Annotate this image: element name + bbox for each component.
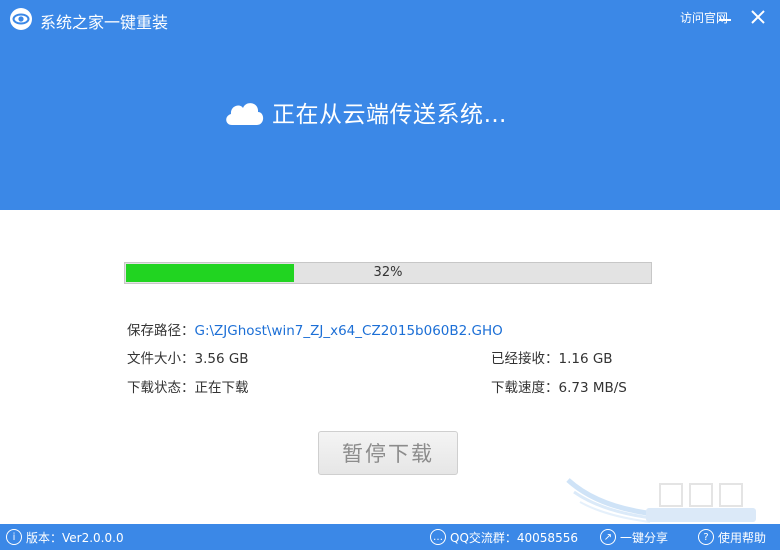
title-bar[interactable]: 系统之家一键重装 访问官网 [0, 0, 780, 36]
installer-window: 系统之家一键重装 访问官网 正在从云端传送系统… 32% 保存路径：G:\ZJG… [0, 0, 780, 550]
help-button[interactable]: ? 使用帮助 [698, 524, 766, 550]
save-path-value[interactable]: G:\ZJGhost\win7_ZJ_x64_CZ2015b060B2.GHO [195, 323, 503, 339]
header-banner: 系统之家一键重装 访问官网 正在从云端传送系统… [0, 0, 780, 210]
save-path-row: 保存路径：G:\ZJGhost\win7_ZJ_x64_CZ2015b060B2… [127, 319, 503, 339]
status-row: 正在从云端传送系统… [222, 94, 507, 130]
file-size-value: 3.56 GB [194, 351, 249, 367]
watermark-logo [566, 478, 756, 523]
download-state-value: 正在下载 [194, 380, 249, 396]
download-state-row: 下载状态：正在下载 [127, 376, 249, 396]
pause-download-button[interactable]: 暂停下载 [318, 431, 458, 475]
share-icon: ↗ [600, 529, 616, 545]
received-value: 1.16 GB [558, 351, 613, 367]
minimize-icon[interactable] [711, 2, 739, 32]
file-size-label: 文件大小： [127, 351, 195, 367]
download-speed-row: 下载速度：6.73 MB/S [491, 376, 627, 396]
share-text: 一键分享 [620, 530, 669, 545]
version-text: 版本：Ver2.0.0.0 [26, 530, 124, 545]
share-button[interactable]: ↗ 一键分享 [600, 524, 668, 550]
progress-percent: 32% [373, 265, 403, 280]
info-icon: i [6, 529, 22, 545]
download-speed-value: 6.73 MB/S [558, 380, 627, 396]
qq-group-text: QQ交流群：40058556 [450, 530, 578, 545]
version-info: i 版本：Ver2.0.0.0 [6, 524, 124, 550]
download-speed-label: 下载速度： [491, 380, 559, 396]
status-text: 正在从云端传送系统… [272, 102, 507, 128]
help-text: 使用帮助 [718, 530, 767, 545]
received-label: 已经接收： [491, 351, 559, 367]
download-progress-bar: 32% [124, 262, 652, 284]
download-state-label: 下载状态： [127, 380, 195, 396]
close-icon[interactable] [744, 2, 772, 32]
app-title: 系统之家一键重装 [40, 13, 169, 32]
app-logo-icon [10, 8, 32, 30]
file-size-row: 文件大小：3.56 GB [127, 347, 249, 367]
chat-icon: … [430, 529, 446, 545]
save-path-label: 保存路径： [127, 323, 195, 339]
received-row: 已经接收：1.16 GB [491, 347, 613, 367]
cloud-icon [226, 103, 264, 125]
help-icon: ? [698, 529, 714, 545]
footer-bar: i 版本：Ver2.0.0.0 … QQ交流群：40058556 ↗ 一键分享 … [0, 524, 780, 550]
qq-group[interactable]: … QQ交流群：40058556 [430, 524, 578, 550]
